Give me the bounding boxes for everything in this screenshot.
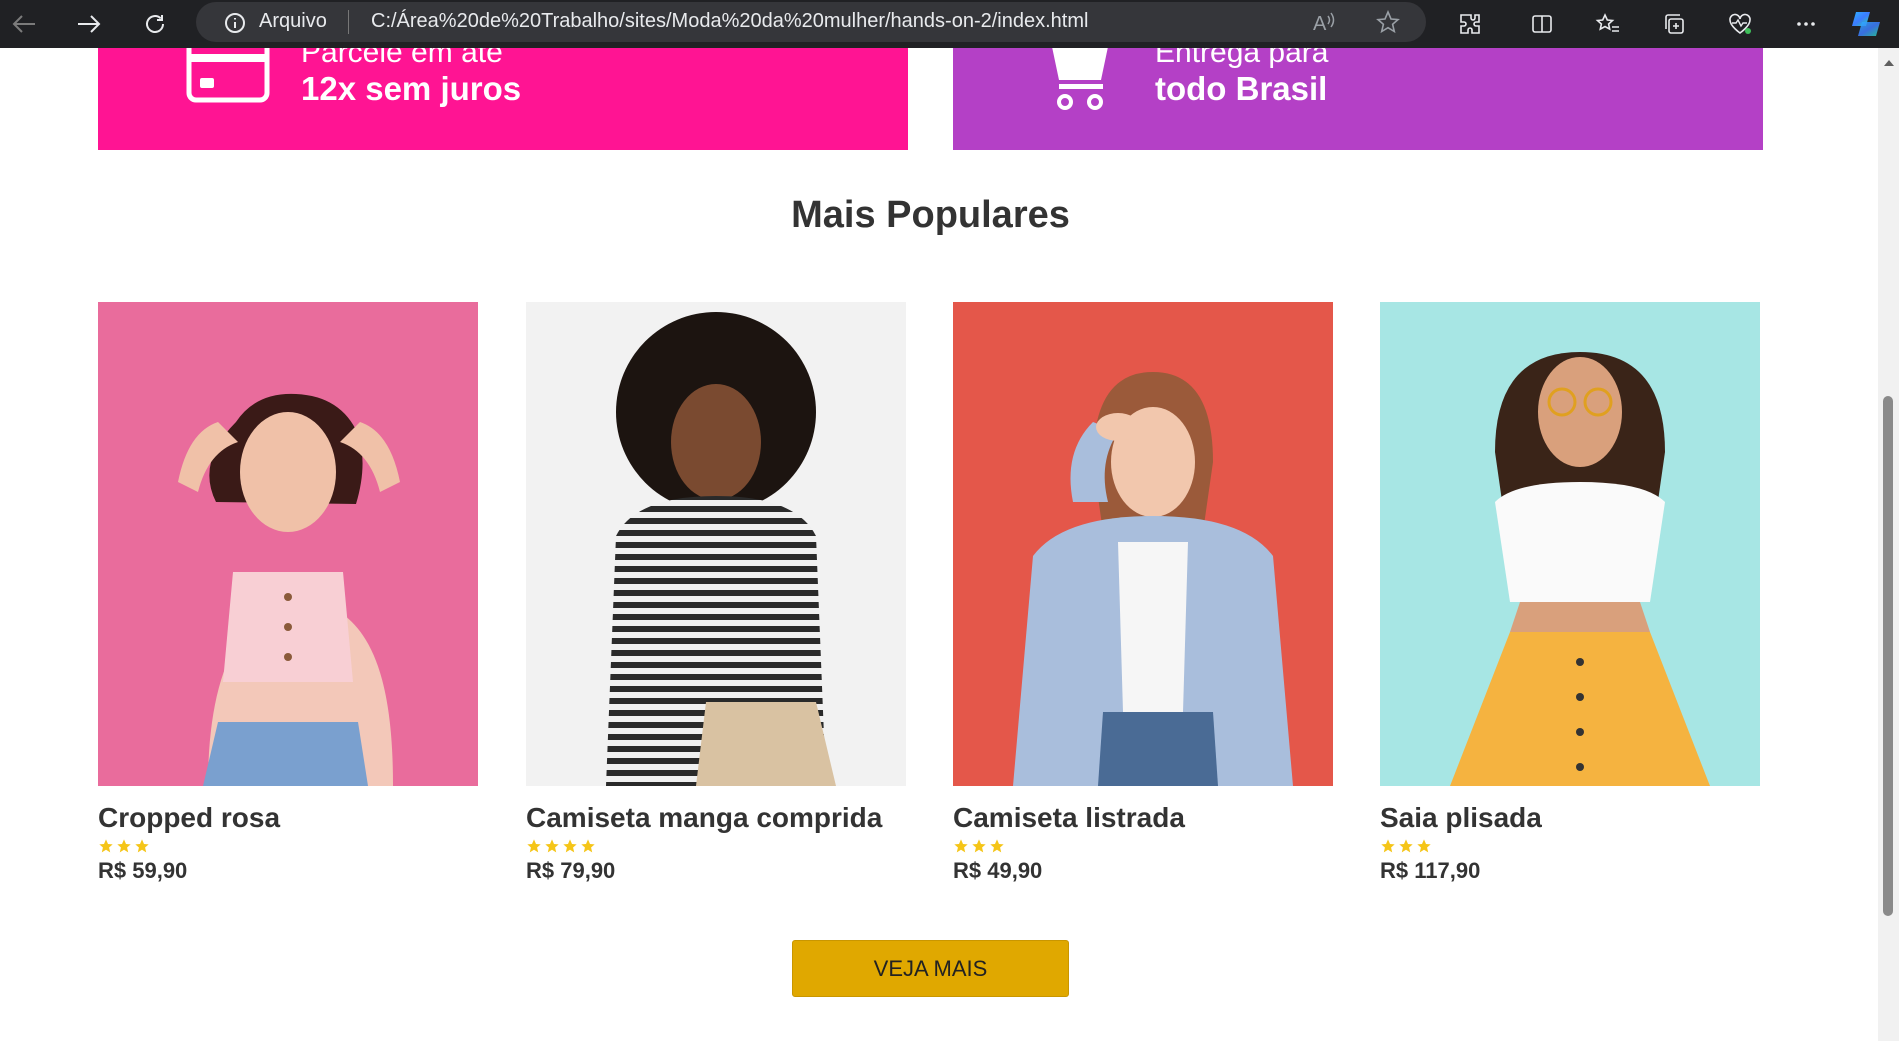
section-title: Mais Populares	[791, 194, 1070, 236]
scroll-up-arrow-icon[interactable]	[1884, 60, 1894, 66]
star-icon	[972, 839, 986, 853]
svg-text:A: A	[1313, 13, 1327, 34]
browser-essentials-button[interactable]	[1722, 6, 1758, 42]
shipping-banner: Entrega para todo Brasil	[953, 48, 1763, 150]
product-name[interactable]: Cropped rosa	[98, 802, 478, 834]
product-photo-pink-top[interactable]	[98, 302, 478, 786]
more-menu-button[interactable]	[1788, 6, 1824, 42]
product-card[interactable]: Saia plisada R$ 117,90	[1380, 302, 1760, 884]
product-photo-striped-longsleeve[interactable]	[526, 302, 906, 786]
ellipsis-icon	[1797, 22, 1815, 26]
arrow-left-icon	[12, 15, 35, 33]
banner-line2: todo Brasil	[1155, 70, 1328, 107]
banner-line1: Parcele em até	[301, 48, 503, 69]
star-icon	[563, 839, 577, 853]
product-name[interactable]: Camiseta listrada	[953, 802, 1333, 834]
veja-mais-button[interactable]: VEJA MAIS	[792, 940, 1069, 997]
favorites-list-icon	[1595, 13, 1619, 32]
split-screen-button[interactable]	[1524, 6, 1560, 42]
product-price: R$ 79,90	[526, 858, 616, 883]
product-price: R$ 117,90	[1380, 858, 1481, 883]
collections-button[interactable]	[1656, 6, 1692, 42]
split-screen-icon	[1532, 15, 1552, 33]
heart-pulse-icon	[1729, 13, 1751, 34]
star-icon	[545, 839, 559, 853]
star-icon	[990, 839, 1004, 853]
product-name[interactable]: Camiseta manga comprida	[526, 802, 906, 834]
credit-card-icon	[186, 48, 270, 113]
page-content: Parcele em até 12x sem juros Entrega par…	[0, 48, 1878, 1041]
browser-toolbar: Arquivo C:/Área%20de%20Trabalho/sites/Mo…	[0, 0, 1899, 48]
info-icon[interactable]	[224, 12, 246, 39]
address-divider	[348, 10, 349, 34]
vertical-scrollbar[interactable]	[1878, 48, 1899, 1041]
arrow-right-icon	[78, 15, 101, 33]
puzzle-icon	[1460, 14, 1480, 34]
rating-stars	[98, 838, 478, 856]
rating-stars	[1380, 838, 1760, 856]
banner-line1: Entrega para	[1155, 48, 1329, 69]
read-aloud-icon[interactable]: A	[1311, 10, 1337, 39]
favorites-button[interactable]	[1590, 6, 1626, 42]
product-name[interactable]: Saia plisada	[1380, 802, 1760, 834]
address-bar[interactable]: Arquivo C:/Área%20de%20Trabalho/sites/Mo…	[196, 2, 1426, 42]
product-price: R$ 59,90	[98, 858, 188, 883]
product-photo-yellow-skirt[interactable]	[1380, 302, 1760, 786]
star-icon	[1381, 839, 1395, 853]
installments-banner: Parcele em até 12x sem juros	[98, 48, 908, 150]
product-price: R$ 49,90	[953, 858, 1043, 883]
shopping-cart-icon	[1045, 48, 1115, 117]
url-text[interactable]: C:/Área%20de%20Trabalho/sites/Moda%20da%…	[371, 10, 1088, 33]
product-card[interactable]: Camiseta manga comprida R$ 79,90	[526, 302, 906, 884]
star-icon	[135, 839, 149, 853]
star-icon	[1399, 839, 1413, 853]
star-icon	[954, 839, 968, 853]
extensions-button[interactable]	[1452, 6, 1488, 42]
scrollbar-thumb[interactable]	[1883, 396, 1893, 916]
product-card[interactable]: Camiseta listrada R$ 49,90	[953, 302, 1333, 884]
collections-icon	[1665, 14, 1684, 34]
banner-line2: 12x sem juros	[301, 70, 522, 107]
rating-stars	[953, 838, 1333, 856]
star-icon	[99, 839, 113, 853]
product-card[interactable]: Cropped rosa R$ 59,90	[98, 302, 478, 884]
favorite-star-icon[interactable]	[1376, 9, 1400, 39]
product-photo-blue-shirt[interactable]	[953, 302, 1333, 786]
star-icon	[117, 839, 131, 853]
reload-icon	[146, 15, 164, 33]
reload-button[interactable]	[135, 4, 175, 44]
star-icon	[1417, 839, 1431, 853]
copilot-icon[interactable]	[1848, 6, 1884, 42]
site-label: Arquivo	[259, 10, 327, 32]
back-button[interactable]	[4, 4, 44, 44]
star-icon	[527, 839, 541, 853]
forward-button[interactable]	[69, 4, 109, 44]
star-icon	[581, 839, 595, 853]
rating-stars	[526, 838, 906, 856]
